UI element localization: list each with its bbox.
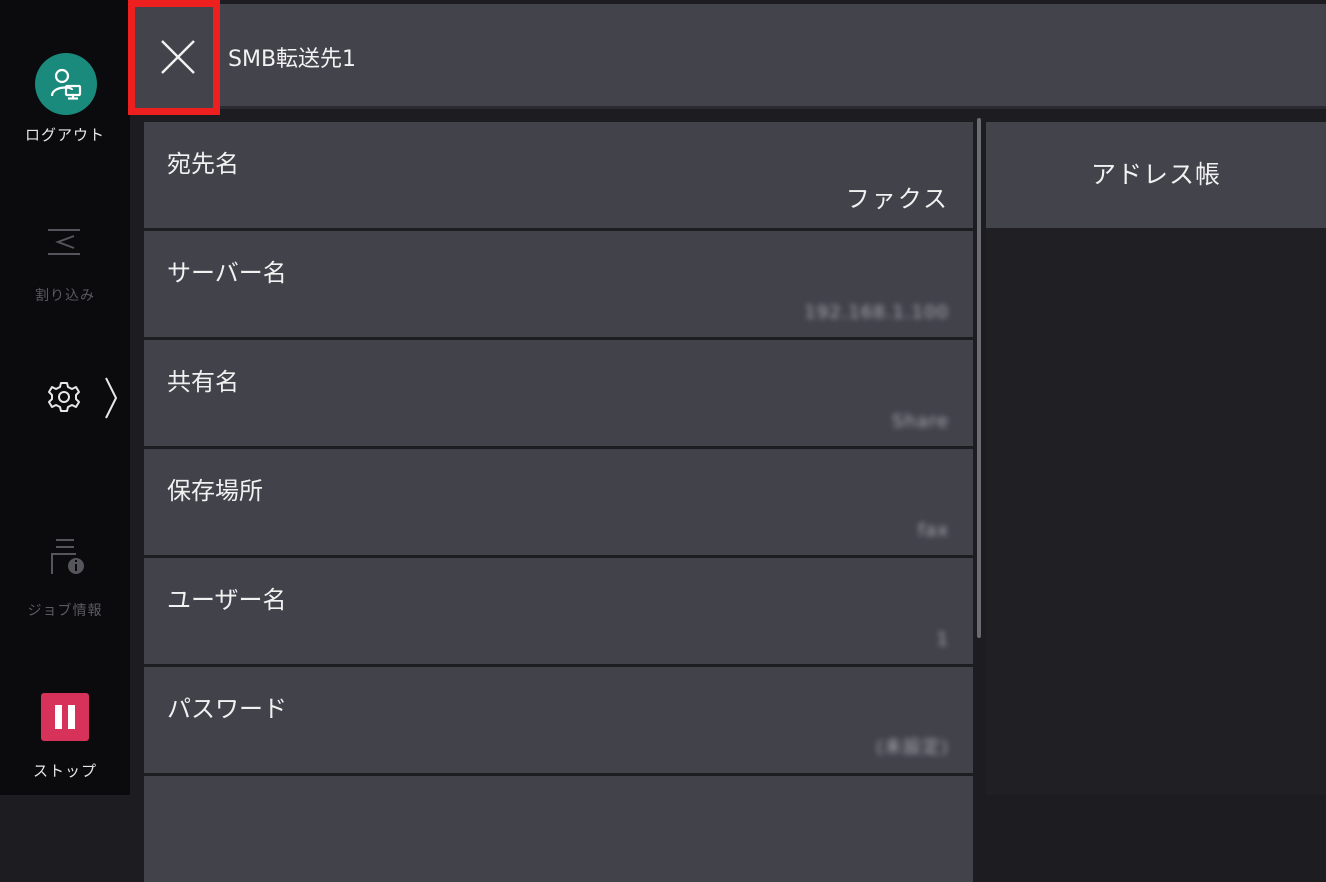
close-button[interactable]: [128, 0, 220, 115]
field-label: サーバー名: [167, 259, 287, 287]
sidebar: ログアウト 割り込み ジョブ情報 ストップ: [0, 0, 130, 795]
field-value: 192.168.1.100: [804, 302, 949, 323]
field-row-partial[interactable]: [144, 776, 973, 882]
field-row-destination-name[interactable]: 宛先名 ファクス: [144, 122, 973, 228]
field-value: fax: [917, 520, 949, 541]
field-row-save-location[interactable]: 保存場所 fax: [144, 449, 973, 555]
field-value: 1: [936, 629, 949, 650]
interrupt-icon[interactable]: [44, 224, 84, 258]
field-row-user-name[interactable]: ユーザー名 1: [144, 558, 973, 664]
field-label: 共有名: [167, 368, 239, 396]
pause-bar: [55, 705, 62, 729]
logout-label: ログアウト: [24, 126, 105, 144]
close-icon: [161, 40, 195, 74]
field-row-share-name[interactable]: 共有名 Share: [144, 340, 973, 446]
field-label: パスワード: [167, 695, 287, 723]
field-label: 保存場所: [167, 477, 263, 505]
right-panel: アドレス帳: [986, 122, 1326, 795]
scrollbar[interactable]: [977, 118, 981, 638]
pause-bar: [68, 705, 75, 729]
stop-button[interactable]: [41, 693, 89, 741]
field-label: ユーザー名: [167, 586, 287, 614]
field-value: ファクス: [845, 185, 949, 213]
chevron-right-icon[interactable]: [103, 376, 119, 420]
header-divider: [130, 106, 1326, 109]
job-info-icon[interactable]: [50, 534, 90, 580]
field-row-server-name[interactable]: サーバー名 192.168.1.100: [144, 231, 973, 337]
address-book-button[interactable]: アドレス帳: [986, 122, 1326, 228]
user-device-icon: [50, 68, 82, 100]
stop-label: ストップ: [32, 762, 97, 780]
field-label: 宛先名: [167, 150, 239, 178]
logout-button[interactable]: [35, 53, 97, 115]
field-row-password[interactable]: パスワード (未設定): [144, 667, 973, 773]
job-info-label: ジョブ情報: [27, 603, 103, 619]
gear-icon[interactable]: [47, 380, 81, 414]
interrupt-label: 割り込み: [35, 288, 95, 304]
field-value: (未設定): [875, 737, 949, 758]
field-value: Share: [892, 411, 949, 432]
page-title: SMB転送先1: [228, 47, 357, 72]
